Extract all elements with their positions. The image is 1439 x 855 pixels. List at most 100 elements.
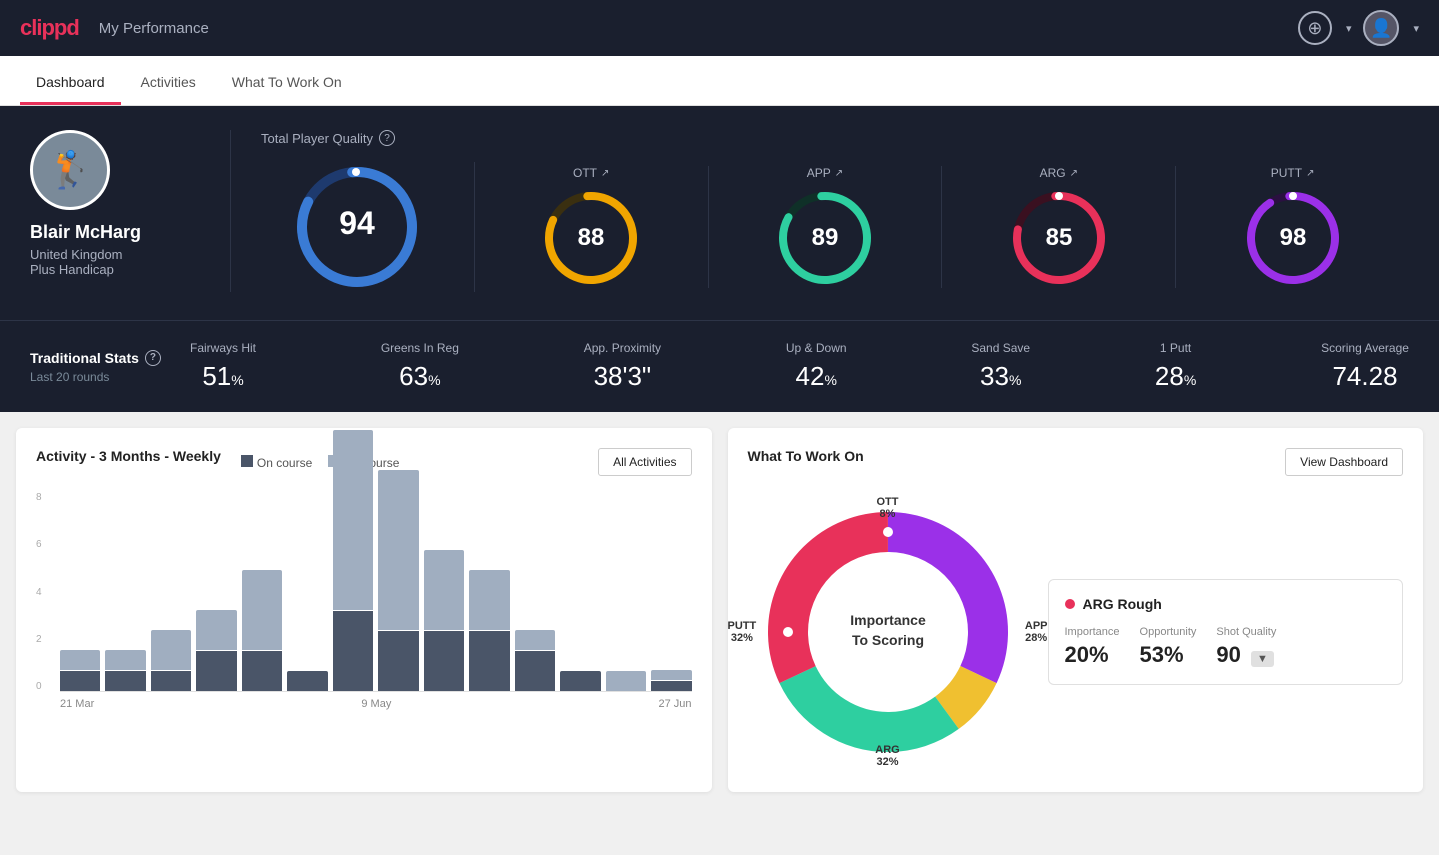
bar-on-course	[333, 611, 373, 691]
bar-group	[424, 550, 464, 691]
bar-on-course	[242, 651, 282, 691]
metric-shot-quality: Shot Quality 90 ▼	[1216, 626, 1276, 668]
stat-items: Fairways Hit 51% Greens In Reg 63% App. …	[190, 341, 1409, 392]
bar-off-course	[151, 630, 191, 670]
player-avatar: 🏌️	[30, 130, 110, 210]
metric-shot-quality-val: 90 ▼	[1216, 642, 1276, 668]
activity-panel: Activity - 3 Months - Weekly On course O…	[16, 428, 712, 792]
tab-what-to-work-on[interactable]: What To Work On	[216, 74, 358, 105]
bar-group	[651, 670, 691, 691]
bar-off-course	[606, 671, 646, 691]
tpq-section: Total Player Quality ? 94 OTT↗	[230, 130, 1409, 292]
gauge-app: APP↗ 89	[709, 166, 943, 288]
gauge-tpq-svg: 94	[292, 162, 422, 292]
metric-opportunity-label: Opportunity	[1140, 626, 1197, 638]
info-card: ARG Rough Importance 20% Opportunity 53%…	[1048, 579, 1404, 685]
donut-chart: Importance To Scoring OTT8% APP28% ARG32…	[748, 492, 1028, 772]
bar-group	[105, 650, 145, 691]
traditional-stats: Traditional Stats ? Last 20 rounds Fairw…	[0, 320, 1439, 412]
bar-group	[469, 570, 509, 691]
gauge-putt: PUTT↗ 98	[1176, 166, 1409, 288]
metric-shot-quality-label: Shot Quality	[1216, 626, 1276, 638]
trad-title: Traditional Stats ?	[30, 350, 190, 366]
metric-importance: Importance 20%	[1065, 626, 1120, 668]
nav-left: clippd My Performance	[20, 15, 209, 41]
stat-scoring-label: Scoring Average	[1321, 341, 1409, 355]
gauge-ott-svg: 88	[541, 188, 641, 288]
all-activities-button[interactable]: All Activities	[598, 448, 691, 476]
bar-on-course	[560, 671, 600, 691]
wtwo-header: What To Work On View Dashboard	[748, 448, 1404, 476]
bar-group	[60, 650, 100, 691]
stat-greens-label: Greens In Reg	[381, 341, 459, 355]
gauge-arg-svg: 85	[1009, 188, 1109, 288]
gauges: 94 OTT↗ 88 APP↗	[261, 162, 1409, 292]
bar-on-course	[105, 671, 145, 691]
trad-help-icon[interactable]: ?	[145, 350, 161, 366]
svg-text:Importance: Importance	[850, 612, 926, 628]
gauge-ott-label: OTT↗	[573, 166, 609, 180]
stat-updown-label: Up & Down	[786, 341, 847, 355]
bar-off-course	[196, 610, 236, 650]
seg-label-app: APP28%	[1025, 620, 1048, 644]
shot-quality-badge: ▼	[1251, 651, 1274, 667]
gauge-app-svg: 89	[775, 188, 875, 288]
stat-scoring-val: 74.28	[1332, 361, 1397, 392]
stat-sand-label: Sand Save	[971, 341, 1030, 355]
chart-legend: On course Off course	[241, 455, 400, 470]
top-nav: clippd My Performance ⊕ ▾ 👤 ▾	[0, 0, 1439, 56]
view-dashboard-button[interactable]: View Dashboard	[1285, 448, 1403, 476]
bar-chart	[60, 492, 692, 692]
bar-on-course	[469, 631, 509, 691]
bar-group	[242, 570, 282, 691]
bar-on-course	[196, 651, 236, 691]
metric-importance-val: 20%	[1065, 642, 1120, 668]
stat-proximity-label: App. Proximity	[584, 341, 661, 355]
nav-title: My Performance	[99, 20, 209, 37]
bar-group	[378, 470, 418, 691]
stat-proximity: App. Proximity 38'3"	[584, 341, 661, 392]
add-chevron[interactable]: ▾	[1346, 22, 1352, 35]
nav-right: ⊕ ▾ 👤 ▾	[1298, 10, 1419, 46]
bar-group	[151, 630, 191, 691]
metric-opportunity: Opportunity 53%	[1140, 626, 1197, 668]
svg-text:89: 89	[812, 224, 839, 251]
stat-proximity-val: 38'3"	[594, 361, 652, 392]
bar-on-course	[151, 671, 191, 691]
bar-off-course	[333, 430, 373, 610]
gauge-app-label: APP↗	[807, 166, 843, 180]
bar-group	[287, 671, 327, 691]
x-labels: 21 Mar 9 May 27 Jun	[60, 698, 692, 710]
stat-oneputt: 1 Putt 28%	[1155, 341, 1196, 392]
bar-group	[560, 671, 600, 691]
player-country: United Kingdom	[30, 247, 230, 262]
avatar-chevron[interactable]: ▾	[1413, 22, 1419, 35]
svg-text:88: 88	[578, 224, 605, 251]
gauge-arg-label: ARG↗	[1040, 166, 1078, 180]
tpq-help-icon[interactable]: ?	[379, 130, 395, 146]
tpq-label: Total Player Quality ?	[261, 130, 1409, 146]
tab-activities[interactable]: Activities	[125, 74, 212, 105]
what-to-work-on-panel: What To Work On View Dashboard	[728, 428, 1424, 792]
bar-on-course	[287, 671, 327, 691]
info-card-title: ARG Rough	[1065, 596, 1387, 612]
metric-importance-label: Importance	[1065, 626, 1120, 638]
tab-dashboard[interactable]: Dashboard	[20, 74, 121, 105]
stat-sand-val: 33%	[980, 361, 1021, 392]
bar-on-course	[378, 631, 418, 691]
hero-section: 🏌️ Blair McHarg United Kingdom Plus Hand…	[0, 106, 1439, 320]
bar-chart-wrapper: 86420 21 Mar 9 May 27 Jun	[36, 492, 692, 710]
svg-text:98: 98	[1279, 224, 1306, 251]
bottom-panels: Activity - 3 Months - Weekly On course O…	[0, 412, 1439, 808]
bar-group	[606, 671, 646, 691]
add-button[interactable]: ⊕	[1298, 11, 1332, 45]
player-handicap: Plus Handicap	[30, 262, 230, 277]
seg-label-arg: ARG32%	[875, 744, 899, 768]
chart-title: Activity - 3 Months - Weekly	[36, 448, 221, 464]
avatar[interactable]: 👤	[1363, 10, 1399, 46]
stat-sand: Sand Save 33%	[971, 341, 1030, 392]
trad-period: Last 20 rounds	[30, 370, 190, 384]
app-logo: clippd	[20, 15, 79, 41]
gauge-arg: ARG↗ 85	[942, 166, 1176, 288]
bar-on-course	[515, 651, 555, 691]
